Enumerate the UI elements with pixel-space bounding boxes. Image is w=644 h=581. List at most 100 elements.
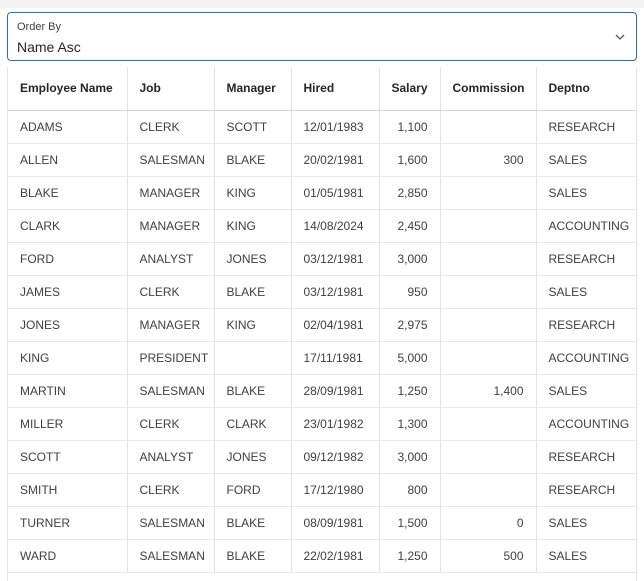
cell-manager: JONES	[214, 242, 292, 276]
cell-job: SALESMAN	[127, 539, 215, 573]
table-row: ADAMS CLERK SCOTT 12/01/1983 1,100 RESEARCH	[8, 110, 636, 144]
cell-salary: 2,450	[379, 209, 441, 243]
cell-salary: 3,000	[379, 242, 441, 276]
cell-hired: 14/08/2024	[291, 209, 380, 243]
cell-job: PRESIDENT	[127, 341, 215, 375]
cell-job: SALESMAN	[127, 143, 215, 177]
cell-hired: 02/04/1981	[291, 308, 380, 342]
table-row: SMITH CLERK FORD 17/12/1980 800 RESEARCH	[8, 473, 636, 507]
employee-table: Employee Name Job Manager Hired Salary C…	[8, 67, 636, 573]
column-header-salary[interactable]: Salary	[379, 67, 441, 111]
cell-job: CLERK	[127, 110, 215, 144]
cell-job: ANALYST	[127, 242, 215, 276]
cell-commission	[440, 473, 537, 507]
cell-manager: FORD	[214, 473, 292, 507]
order-by-select[interactable]: Order By Name Asc	[7, 12, 637, 61]
cell-hired: 20/02/1981	[291, 143, 380, 177]
header-row: Employee Name Job Manager Hired Salary C…	[8, 67, 636, 111]
cell-employee-name: ADAMS	[8, 110, 128, 144]
cell-salary: 2,975	[379, 308, 441, 342]
column-header-commission[interactable]: Commission	[440, 67, 537, 111]
cell-commission	[440, 407, 537, 441]
cell-employee-name: SCOTT	[8, 440, 128, 474]
grid-body: ADAMS CLERK SCOTT 12/01/1983 1,100 RESEARCH AL…	[8, 110, 636, 573]
cell-employee-name: MARTIN	[8, 374, 128, 408]
cell-commission	[440, 341, 537, 375]
order-by-label: Order By	[17, 21, 62, 33]
cell-manager: BLAKE	[214, 275, 292, 309]
cell-commission	[440, 209, 537, 243]
cell-deptno: ACCOUNTING	[536, 407, 636, 441]
cell-salary: 1,600	[379, 143, 441, 177]
cell-employee-name: WARD	[8, 539, 128, 573]
cell-deptno: SALES	[536, 506, 636, 540]
cell-commission: 1,400	[440, 374, 537, 408]
cell-salary: 1,250	[379, 539, 441, 573]
column-header-job[interactable]: Job	[127, 67, 215, 111]
cell-employee-name: KING	[8, 341, 128, 375]
cell-employee-name: CLARK	[8, 209, 128, 243]
cell-deptno: RESEARCH	[536, 473, 636, 507]
cell-commission	[440, 176, 537, 210]
cell-employee-name: FORD	[8, 242, 128, 276]
cell-salary: 1,100	[379, 110, 441, 144]
cell-commission	[440, 440, 537, 474]
cell-hired: 22/02/1981	[291, 539, 380, 573]
table-row: WARD SALESMAN BLAKE 22/02/1981 1,250 500 SALES	[8, 539, 636, 573]
cell-employee-name: BLAKE	[8, 176, 128, 210]
cell-employee-name: ALLEN	[8, 143, 128, 177]
cell-salary: 1,250	[379, 374, 441, 408]
cell-commission: 0	[440, 506, 537, 540]
cell-commission	[440, 275, 537, 309]
table-row: BLAKE MANAGER KING 01/05/1981 2,850 SALES	[8, 176, 636, 210]
cell-job: MANAGER	[127, 209, 215, 243]
column-header-hired[interactable]: Hired	[291, 67, 380, 111]
cell-manager: BLAKE	[214, 539, 292, 573]
cell-job: SALESMAN	[127, 374, 215, 408]
cell-hired: 09/12/1982	[291, 440, 380, 474]
cell-deptno: RESEARCH	[536, 308, 636, 342]
table-row: JONES MANAGER KING 02/04/1981 2,975 RESEARCH	[8, 308, 636, 342]
cell-employee-name: SMITH	[8, 473, 128, 507]
cell-commission	[440, 308, 537, 342]
cell-employee-name: JONES	[8, 308, 128, 342]
cell-manager	[214, 341, 292, 375]
cell-employee-name: JAMES	[8, 275, 128, 309]
cell-manager: SCOTT	[214, 110, 292, 144]
column-header-deptno[interactable]: Deptno	[536, 67, 636, 111]
table-row: TURNER SALESMAN BLAKE 08/09/1981 1,500 0 SALES	[8, 506, 636, 540]
cell-commission: 300	[440, 143, 537, 177]
cell-hired: 08/09/1981	[291, 506, 380, 540]
cell-salary: 1,300	[379, 407, 441, 441]
cell-deptno: ACCOUNTING	[536, 209, 636, 243]
cell-employee-name: MILLER	[8, 407, 128, 441]
cell-deptno: RESEARCH	[536, 110, 636, 144]
table-row: ALLEN SALESMAN BLAKE 20/02/1981 1,600 300 SALE…	[8, 143, 636, 177]
cell-hired: 01/05/1981	[291, 176, 380, 210]
cell-job: MANAGER	[127, 176, 215, 210]
cell-job: SALESMAN	[127, 506, 215, 540]
cell-hired: 03/12/1981	[291, 242, 380, 276]
cell-hired: 28/09/1981	[291, 374, 380, 408]
cell-hired: 12/01/1983	[291, 110, 380, 144]
cell-job: CLERK	[127, 473, 215, 507]
column-header-employee-name[interactable]: Employee Name	[8, 67, 128, 111]
cell-manager: BLAKE	[214, 143, 292, 177]
cell-deptno: RESEARCH	[536, 242, 636, 276]
order-by-value: Name Asc	[17, 39, 81, 55]
cell-job: CLERK	[127, 407, 215, 441]
cell-salary: 800	[379, 473, 441, 507]
cell-job: ANALYST	[127, 440, 215, 474]
cell-manager: KING	[214, 176, 292, 210]
cell-deptno: SALES	[536, 176, 636, 210]
cell-manager: JONES	[214, 440, 292, 474]
table-row: CLARK MANAGER KING 14/08/2024 2,450 ACCOUNTIN…	[8, 209, 636, 243]
cell-manager: BLAKE	[214, 506, 292, 540]
table-row: MARTIN SALESMAN BLAKE 28/09/1981 1,250 1,400 S…	[8, 374, 636, 408]
cell-salary: 5,000	[379, 341, 441, 375]
cell-job: CLERK	[127, 275, 215, 309]
column-header-manager[interactable]: Manager	[214, 67, 292, 111]
cell-commission	[440, 110, 537, 144]
cell-manager: CLARK	[214, 407, 292, 441]
cell-deptno: SALES	[536, 143, 636, 177]
